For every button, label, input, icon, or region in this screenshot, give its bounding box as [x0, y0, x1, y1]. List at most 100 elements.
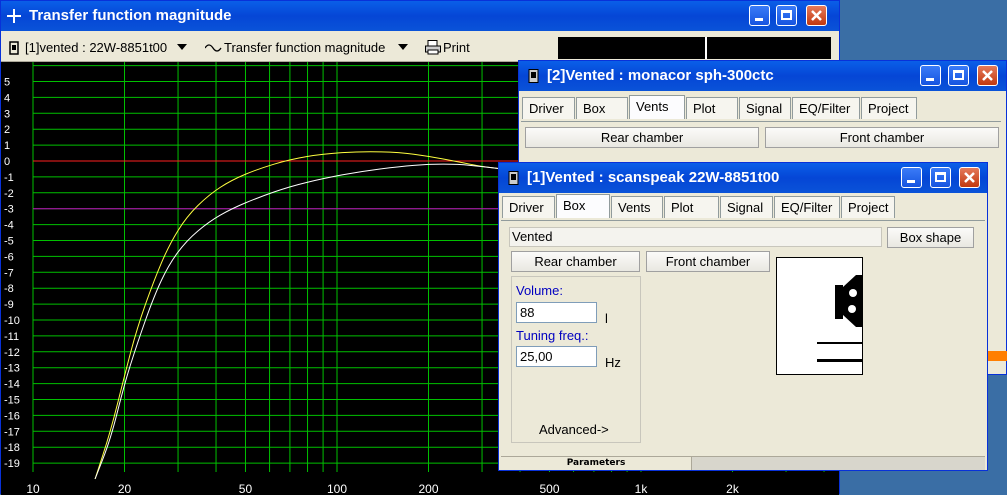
rear-chamber-button[interactable]: Rear chamber	[525, 127, 759, 148]
volume-label: Volume:	[516, 283, 563, 298]
advanced-link[interactable]: Advanced->	[539, 422, 609, 437]
tab-vents[interactable]: Vents	[611, 196, 663, 218]
tuning-freq-input[interactable]: 25,00	[516, 346, 597, 367]
minimize-button[interactable]	[901, 167, 922, 188]
x-tick-label: 2k	[726, 482, 740, 495]
system-icon	[508, 171, 519, 185]
y-tick-label: 3	[4, 108, 10, 120]
readout-divider	[705, 37, 707, 59]
window1-tab-strip: Driver Box Vents Plot Signal EQ/Filter P…	[501, 194, 985, 221]
tab-box[interactable]: Box	[556, 194, 610, 218]
x-tick-label: 10	[26, 482, 40, 495]
y-tick-label: -9	[4, 299, 14, 311]
y-tick-label: -6	[4, 251, 14, 263]
main-toolbar: [1]vented : 22W-8851t00 Transfer functio…	[1, 35, 839, 62]
y-tick-label: -10	[4, 315, 20, 327]
y-tick-label: -2	[4, 188, 14, 200]
x-tick-label: 1k	[635, 482, 649, 495]
port-line-lower	[817, 359, 863, 362]
system-select[interactable]: [1]vented : 22W-8851t00	[25, 40, 167, 55]
y-tick-label: -1	[4, 172, 14, 184]
waveform-icon	[205, 44, 222, 52]
y-tick-label: -17	[4, 426, 20, 438]
x-tick-label: 100	[327, 482, 347, 495]
tab-plot[interactable]: Plot	[664, 196, 719, 218]
y-tick-label: -4	[4, 220, 14, 232]
y-tick-label: -18	[4, 442, 20, 454]
box-type-display: Vented	[509, 227, 882, 247]
scanspeak-window: [1]Vented : scanspeak 22W-8851t00 Driver…	[498, 162, 988, 471]
window2-title: [2]Vented : monacor sph-300ctc	[547, 67, 774, 84]
y-tick-label: -3	[4, 204, 14, 216]
maximize-button[interactable]	[948, 65, 969, 86]
tab-project[interactable]: Project	[861, 97, 917, 119]
y-tick-label: 2	[4, 124, 10, 136]
tab-signal[interactable]: Signal	[739, 97, 791, 119]
main-title-bar[interactable]: Transfer function magnitude	[1, 1, 839, 31]
rear-chamber-panel: Volume: 88 l Tuning freq.: 25,00 Hz Adva…	[511, 276, 641, 443]
y-tick-label: -12	[4, 347, 20, 359]
y-tick-label: -7	[4, 267, 14, 279]
crosshair-icon	[7, 9, 21, 23]
main-window-title: Transfer function magnitude	[29, 7, 232, 24]
y-tick-label: 0	[4, 156, 10, 168]
status-pane: Parameters	[501, 457, 692, 470]
window1-title-bar[interactable]: [1]Vented : scanspeak 22W-8851t00	[499, 163, 987, 193]
y-tick-label: 4	[4, 92, 10, 104]
dropdown-arrow-icon[interactable]	[398, 44, 408, 50]
tab-driver[interactable]: Driver	[522, 97, 575, 119]
y-tick-label: -15	[4, 395, 20, 407]
window2-strip	[985, 351, 1007, 361]
window2-title-bar[interactable]: [2]Vented : monacor sph-300ctc	[519, 61, 1006, 91]
close-icon	[964, 172, 975, 183]
x-tick-label: 500	[539, 482, 559, 495]
print-button[interactable]: Print	[443, 40, 470, 55]
front-chamber-button[interactable]: Front chamber	[765, 127, 999, 148]
window2-tab-strip: Driver Box Vents Plot Signal EQ/Filter P…	[521, 95, 1001, 122]
close-icon	[982, 70, 993, 81]
rear-chamber-button[interactable]: Rear chamber	[511, 251, 640, 272]
tab-driver[interactable]: Driver	[502, 196, 555, 218]
tab-signal[interactable]: Signal	[720, 196, 773, 218]
y-tick-label: -8	[4, 283, 14, 295]
tab-project[interactable]: Project	[841, 196, 895, 218]
close-button[interactable]	[977, 65, 998, 86]
tab-eq-filter[interactable]: EQ/Filter	[792, 97, 860, 119]
x-tick-label: 50	[239, 482, 253, 495]
tab-eq-filter[interactable]: EQ/Filter	[774, 196, 840, 218]
y-tick-label: -11	[4, 331, 19, 343]
port-line-upper	[817, 342, 863, 344]
maximize-button[interactable]	[776, 5, 797, 26]
y-tick-label: -19	[4, 458, 20, 470]
close-icon	[811, 10, 822, 21]
y-tick-label: -14	[4, 379, 20, 391]
tab-box[interactable]: Box	[576, 97, 628, 119]
minimize-button[interactable]	[920, 65, 941, 86]
box-diagram	[776, 257, 863, 375]
window1-title: [1]Vented : scanspeak 22W-8851t00	[527, 169, 780, 186]
tuning-freq-label: Tuning freq.:	[516, 328, 589, 343]
close-button[interactable]	[959, 167, 980, 188]
system-icon	[528, 69, 539, 83]
box-shape-button[interactable]: Box shape	[887, 227, 974, 248]
tab-plot[interactable]: Plot	[686, 97, 738, 119]
volume-unit: l	[605, 311, 608, 326]
y-tick-label: -13	[4, 363, 20, 375]
box-type-label: Vented	[512, 229, 553, 244]
close-button[interactable]	[806, 5, 827, 26]
x-tick-label: 200	[418, 482, 438, 495]
maximize-button[interactable]	[930, 167, 951, 188]
status-bar: Parameters	[501, 456, 985, 470]
y-tick-label: -5	[4, 236, 14, 248]
printer-icon	[425, 40, 441, 55]
tab-vents[interactable]: Vents	[629, 95, 685, 119]
volume-input[interactable]: 88	[516, 302, 597, 323]
minimize-button[interactable]	[749, 5, 770, 26]
front-chamber-button[interactable]: Front chamber	[646, 251, 770, 272]
system-icon	[9, 41, 19, 55]
y-tick-label: 1	[4, 140, 10, 152]
mode-select[interactable]: Transfer function magnitude	[224, 40, 385, 55]
y-tick-label: 5	[4, 77, 10, 89]
dropdown-arrow-icon[interactable]	[177, 44, 187, 50]
x-tick-label: 20	[118, 482, 132, 495]
